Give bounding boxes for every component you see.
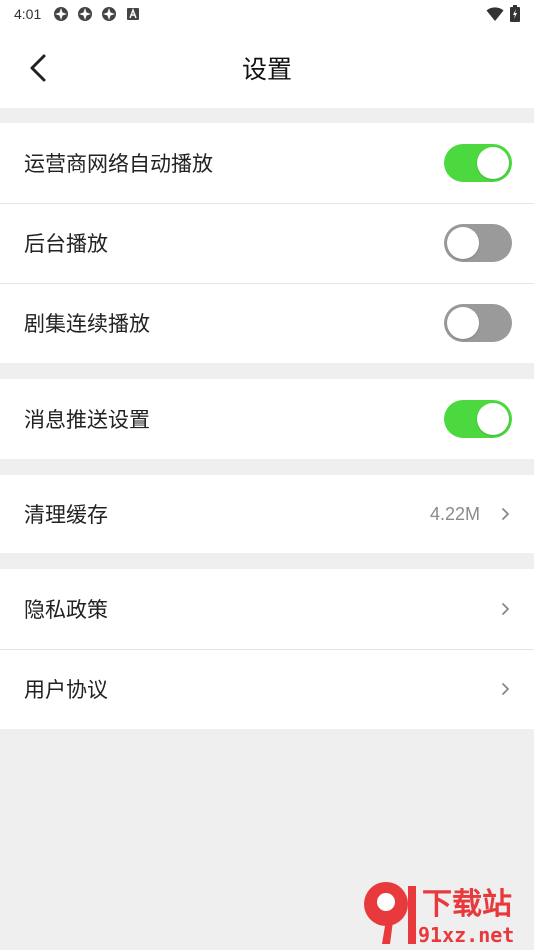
setting-row-clear-cache[interactable]: 清理缓存 4.22M xyxy=(0,475,534,553)
cache-size-value: 4.22M xyxy=(429,503,480,524)
status-bar: 4:01 xyxy=(0,0,534,28)
app-icon xyxy=(53,6,69,22)
setting-label: 后台播放 xyxy=(24,232,108,256)
push-notifications-toggle[interactable] xyxy=(444,400,512,438)
watermark-logo: 下载站 91xz.net xyxy=(360,874,530,948)
status-right xyxy=(486,5,520,26)
legal-group: 隐私政策 用户协议 xyxy=(0,569,534,729)
carrier-autoplay-toggle[interactable] xyxy=(444,144,512,182)
back-button[interactable] xyxy=(20,50,56,86)
playback-settings-group: 运营商网络自动播放 后台播放 剧集连续播放 xyxy=(0,123,534,363)
notification-settings-group: 消息推送设置 xyxy=(0,379,534,459)
chevron-right-icon xyxy=(498,682,512,696)
setting-label: 用户协议 xyxy=(24,678,108,702)
wifi-icon xyxy=(486,6,504,26)
app-icon xyxy=(77,6,93,22)
setting-row-continuous-play[interactable]: 剧集连续播放 xyxy=(0,283,534,363)
continuous-play-toggle[interactable] xyxy=(444,304,512,342)
a-letter-icon xyxy=(125,6,141,22)
watermark-url: 91xz.net xyxy=(418,923,514,947)
setting-label: 剧集连续播放 xyxy=(24,312,150,336)
setting-row-user-agreement[interactable]: 用户协议 xyxy=(0,649,534,729)
app-icon xyxy=(101,6,117,22)
chevron-right-icon xyxy=(498,507,512,521)
setting-label: 运营商网络自动播放 xyxy=(24,152,213,176)
setting-label: 清理缓存 xyxy=(24,503,108,527)
background-play-toggle[interactable] xyxy=(444,224,512,262)
setting-row-push-notifications[interactable]: 消息推送设置 xyxy=(0,379,534,459)
setting-row-carrier-autoplay[interactable]: 运营商网络自动播放 xyxy=(0,123,534,203)
setting-label: 消息推送设置 xyxy=(24,408,150,432)
cache-settings-group: 清理缓存 4.22M xyxy=(0,475,534,553)
setting-row-privacy-policy[interactable]: 隐私政策 xyxy=(0,569,534,649)
chevron-right-icon xyxy=(498,602,512,616)
chevron-left-icon xyxy=(30,54,46,82)
setting-label: 隐私政策 xyxy=(24,598,108,622)
status-time: 4:01 xyxy=(14,6,42,22)
header-bar: 设置 xyxy=(0,28,534,108)
page-title: 设置 xyxy=(241,55,292,84)
battery-icon xyxy=(510,5,520,26)
watermark-title: 下载站 xyxy=(422,887,512,922)
setting-row-background-play[interactable]: 后台播放 xyxy=(0,203,534,283)
